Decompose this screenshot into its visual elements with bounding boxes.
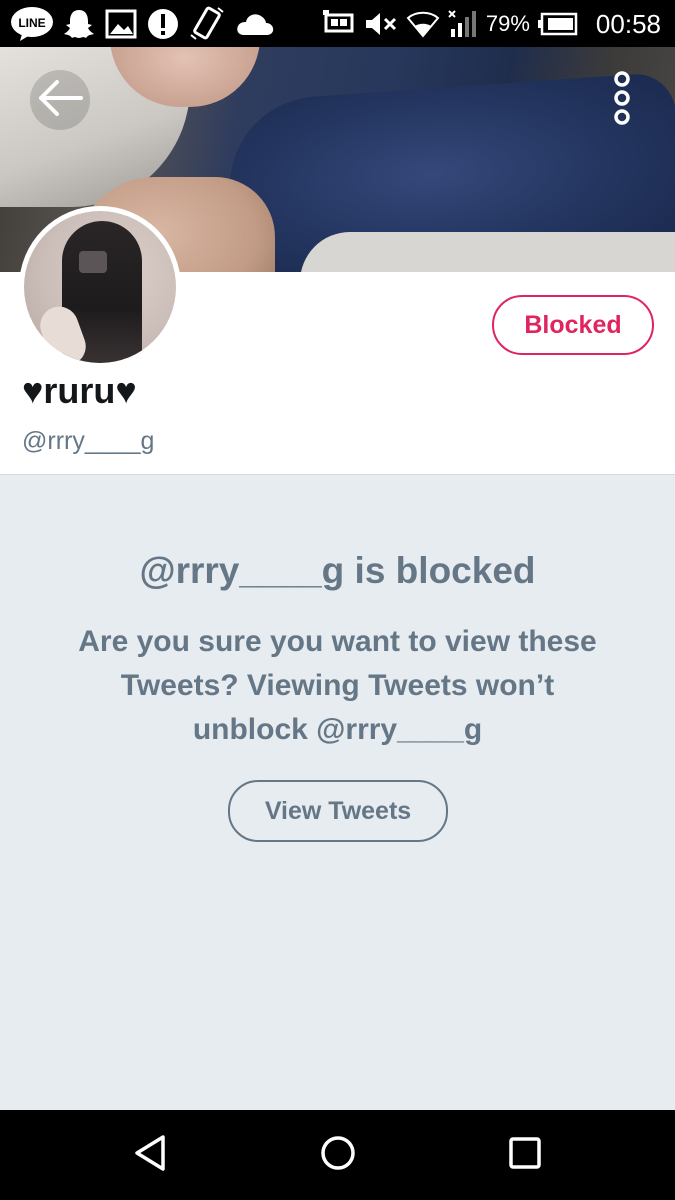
battery-icon [537,12,578,36]
system-icons: 79% 00:58 [322,4,661,44]
home-circle-icon [319,1134,357,1177]
back-button[interactable] [30,70,90,130]
cloud-icon [234,9,276,39]
svg-text:LINE: LINE [18,16,45,30]
wifi-icon [406,9,440,39]
nav-home-button[interactable] [308,1130,368,1180]
cast-icon [322,9,356,39]
display-name: ♥ruru♥ [22,370,137,411]
user-handle: @rrry____g [22,427,155,455]
alert-icon [146,7,180,41]
more-options-button[interactable] [600,70,644,130]
back-arrow-icon [37,79,83,121]
battery-percent: 79% [485,11,530,36]
navigation-bar [0,1110,675,1200]
mute-icon [364,9,398,39]
signal-icon [448,9,478,39]
clock: 00:58 [595,8,661,39]
more-vertical-icon [612,70,632,131]
avatar[interactable] [19,206,181,368]
recents-square-icon [508,1136,542,1175]
blocked-title: @rrry____g is blocked [139,550,536,591]
nav-back-button[interactable] [120,1130,180,1180]
image-icon [104,8,138,40]
blocked-description: Are you sure you want to view these Twee… [78,625,597,746]
back-triangle-icon [133,1134,167,1177]
blocked-button[interactable]: Blocked [492,295,654,355]
avatar-image [24,211,176,363]
snapchat-icon [62,7,96,41]
screen-rotate-icon [188,5,226,43]
status-bar: LINE 79% 00:58 [0,0,675,47]
line-icon: LINE [10,6,54,42]
nav-recents-button[interactable] [495,1130,555,1180]
view-tweets-button[interactable]: View Tweets [228,780,448,842]
notification-icons: LINE [10,4,276,44]
